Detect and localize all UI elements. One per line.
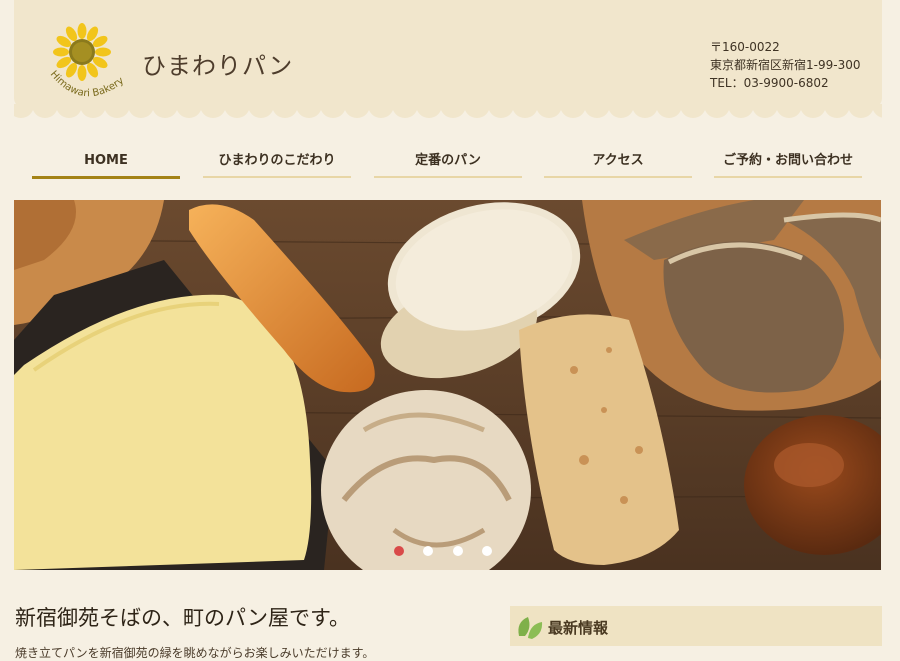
scallop-bump	[14, 104, 34, 118]
scallop-bump	[32, 104, 58, 118]
scallop-bump	[584, 104, 610, 118]
scallop-bump	[104, 104, 130, 118]
scallop-bump	[152, 104, 178, 118]
scallop-bump	[536, 104, 562, 118]
scallop-bump	[656, 104, 682, 118]
scallop-bump	[80, 104, 106, 118]
scallop-bump	[608, 104, 634, 118]
scallop-bump	[176, 104, 202, 118]
postal-code: 〒160-0022	[710, 40, 780, 54]
scallop-bump	[224, 104, 250, 118]
scallop-bump	[248, 104, 274, 118]
scallop-bump	[752, 104, 778, 118]
scallop-bump	[272, 104, 298, 118]
hero-carousel-image[interactable]	[14, 200, 881, 570]
scallop-bump	[296, 104, 322, 118]
news-title: 最新情報	[548, 619, 609, 637]
nav-item-kodawari[interactable]: ひまわりのこだわり	[203, 150, 351, 178]
intro-heading: 新宿御苑そばの、町のパン屋です。	[15, 606, 350, 630]
site-title[interactable]: ひまわりパン	[142, 46, 293, 81]
scallop-bump	[344, 104, 370, 118]
sunflower-logo-icon[interactable]: Himawari Bakery	[46, 22, 128, 104]
scallop-bump	[560, 104, 586, 118]
scallop-bump	[704, 104, 730, 118]
nav-item-access[interactable]: アクセス	[544, 150, 692, 178]
scallop-bump	[368, 104, 394, 118]
address: 東京都新宿区新宿1-99-300	[710, 58, 861, 72]
scallop-bump	[128, 104, 154, 118]
header-scallop-border	[14, 104, 882, 126]
scallop-bump	[200, 104, 226, 118]
contact-info: 〒160-0022 東京都新宿区新宿1-99-300 TEL：03-9900-6…	[710, 38, 860, 92]
scallop-bump	[56, 104, 82, 118]
svg-text:Himawari Bakery: Himawari Bakery	[48, 69, 126, 99]
scallop-bump	[632, 104, 658, 118]
scallop-bump	[800, 104, 826, 118]
scallop-bump	[392, 104, 418, 118]
scallop-bump	[824, 104, 850, 118]
carousel-dot-1[interactable]	[394, 546, 404, 556]
nav-item-home[interactable]: HOME	[32, 150, 180, 179]
telephone[interactable]: TEL：03-9900-6802	[710, 74, 860, 92]
scallop-bump	[512, 104, 538, 118]
nav-item-contact[interactable]: ご予約・お問い合わせ	[714, 150, 862, 178]
scallop-bump	[488, 104, 514, 118]
scallop-bump	[440, 104, 466, 118]
main-nav: HOME ひまわりのこだわり 定番のパン アクセス ご予約・お問い合わせ	[32, 150, 866, 180]
scallop-bump	[848, 104, 874, 118]
carousel-pagination	[394, 546, 504, 558]
scallop-bump	[416, 104, 442, 118]
carousel-dot-3[interactable]	[453, 546, 463, 556]
leaf-icon	[516, 614, 544, 640]
carousel-dot-4[interactable]	[482, 546, 492, 556]
carousel-dot-2[interactable]	[423, 546, 433, 556]
news-section-header: 最新情報	[510, 606, 882, 646]
scallop-bump	[320, 104, 346, 118]
scallop-bump	[728, 104, 754, 118]
scallop-bump	[464, 104, 490, 118]
scallop-bump	[776, 104, 802, 118]
logo-text: Himawari Bakery	[48, 69, 126, 99]
scallop-bump	[680, 104, 706, 118]
scallop-bump	[872, 104, 882, 118]
nav-item-teiban-pan[interactable]: 定番のパン	[374, 150, 522, 178]
